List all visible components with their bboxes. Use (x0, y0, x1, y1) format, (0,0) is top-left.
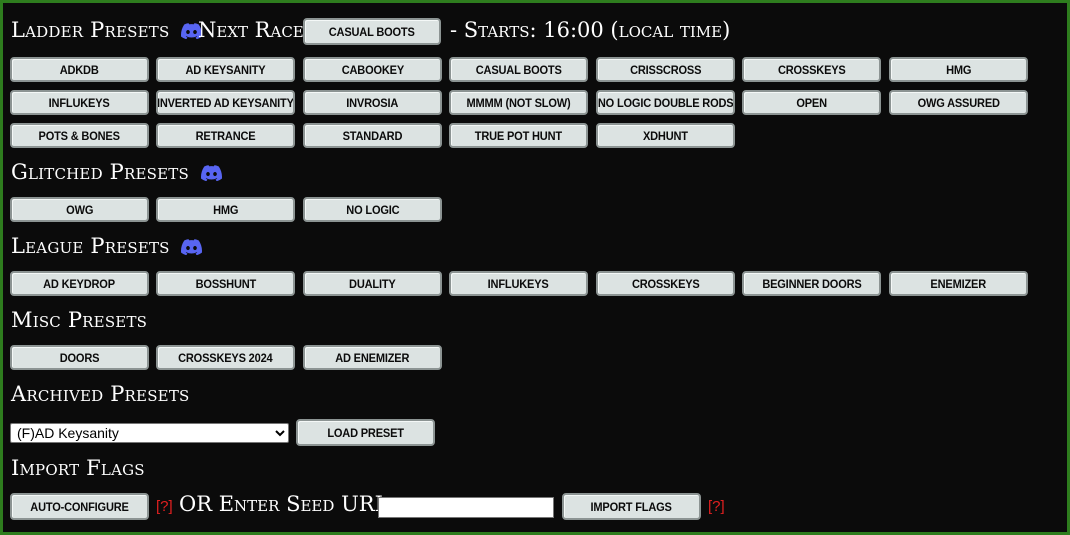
next-race-label: Next Race: (198, 18, 311, 42)
preset-label: AD Keysanity (185, 62, 266, 77)
preset-button[interactable]: Beginner Doors (742, 271, 881, 296)
preset-button[interactable]: Casual Boots (449, 57, 588, 82)
preset-label: OWG Assured (917, 95, 1000, 110)
preset-button[interactable]: Crosskeys (742, 57, 881, 82)
preset-label: Crosskeys 2024 (178, 350, 273, 365)
league-header: League Presets (11, 234, 203, 258)
preset-label: Influkeys (49, 95, 110, 110)
preset-label: Crosskeys (777, 62, 846, 77)
preset-button[interactable]: Cabookey (303, 57, 442, 82)
preset-label: Cabookey (341, 62, 404, 77)
discord-icon[interactable] (181, 239, 203, 255)
race-start-time: - Starts: 16:00 (local time) (450, 18, 731, 42)
misc-presets-title: Misc Presets (11, 308, 148, 332)
preset-button[interactable]: No Logic (303, 197, 442, 222)
load-preset-button[interactable]: Load Preset (296, 419, 435, 446)
preset-button[interactable]: AD Keysanity (156, 57, 295, 82)
preset-button[interactable]: Doors (10, 345, 149, 370)
preset-label: No Logic Double Rods (597, 95, 734, 110)
preset-button[interactable]: Retrance (156, 123, 295, 148)
preset-label: Crisscross (629, 62, 702, 77)
preset-button[interactable]: OWG Assured (889, 90, 1028, 115)
auto-configure-label: Auto-Configure (30, 499, 129, 514)
preset-label: Doors (59, 350, 100, 365)
preset-label: Inverted AD Keysanity (157, 95, 294, 110)
preset-button[interactable]: No Logic Double Rods (596, 90, 735, 115)
preset-label: HMG (212, 202, 239, 217)
glitched-presets-title: Glitched Presets (11, 160, 189, 184)
preset-button[interactable]: XDHunt (596, 123, 735, 148)
next-race-button-label: Casual Boots (329, 24, 415, 39)
preset-label: Casual Boots (475, 62, 562, 77)
preset-button[interactable]: Open (742, 90, 881, 115)
preset-button[interactable]: HMG (889, 57, 1028, 82)
preset-button[interactable]: Influkeys (10, 90, 149, 115)
preset-button[interactable]: Standard (303, 123, 442, 148)
preset-label: True Pot Hunt (474, 128, 563, 143)
preset-label: Open (796, 95, 827, 110)
import-flags-help-link[interactable]: [?] (708, 498, 725, 515)
misc-header: Misc Presets (11, 310, 147, 331)
archived-header: Archived Presets (11, 384, 190, 405)
preset-label: Pots & Bones (38, 128, 121, 143)
preset-button[interactable]: Crosskeys 2024 (156, 345, 295, 370)
auto-configure-button[interactable]: Auto-Configure (10, 493, 149, 520)
league-presets-title: League Presets (11, 234, 170, 258)
preset-button[interactable]: Invrosia (303, 90, 442, 115)
preset-label: Invrosia (346, 95, 399, 110)
preset-button[interactable]: AD Enemizer (303, 345, 442, 370)
preset-label: ADKDB (60, 62, 99, 77)
import-flags-label: Import Flags (590, 499, 673, 514)
preset-label: Retrance (195, 128, 256, 143)
discord-icon[interactable] (200, 165, 222, 181)
preset-button[interactable]: Influkeys (449, 271, 588, 296)
glitched-header: Glitched Presets (11, 162, 222, 183)
preset-label: Standard (342, 128, 403, 143)
preset-label: OWG (65, 202, 94, 217)
preset-button[interactable]: Duality (303, 271, 442, 296)
ladder-header: Ladder Presets (11, 18, 203, 42)
preset-label: XDHunt (643, 128, 688, 143)
preset-button[interactable]: AD Keydrop (10, 271, 149, 296)
preset-label: Bosshunt (195, 276, 256, 291)
preset-button[interactable]: Crosskeys (596, 271, 735, 296)
ladder-presets-title: Ladder Presets (11, 18, 170, 42)
preset-button[interactable]: Inverted AD Keysanity (156, 90, 295, 115)
preset-label: AD Keydrop (43, 276, 116, 291)
preset-button[interactable]: True Pot Hunt (449, 123, 588, 148)
archived-preset-select[interactable]: (F)AD Keysanity (10, 423, 289, 443)
preset-button[interactable]: HMG (156, 197, 295, 222)
preset-panel: Ladder Presets Next Race: Casual Boots -… (0, 0, 1070, 535)
archived-presets-title: Archived Presets (11, 382, 190, 406)
preset-button[interactable]: Enemizer (889, 271, 1028, 296)
preset-label: No Logic (345, 202, 400, 217)
preset-button[interactable]: OWG (10, 197, 149, 222)
preset-label: Beginner Doors (761, 276, 862, 291)
preset-label: MMMM (Not Slow) (466, 95, 571, 110)
preset-label: Crosskeys (631, 276, 700, 291)
preset-label: AD Enemizer (335, 350, 410, 365)
preset-label: HMG (945, 62, 972, 77)
preset-label: Duality (349, 276, 396, 291)
preset-button[interactable]: Bosshunt (156, 271, 295, 296)
preset-button[interactable]: MMMM (Not Slow) (449, 90, 588, 115)
preset-label: Influkeys (488, 276, 549, 291)
seed-url-label: OR Enter Seed URL: (179, 492, 396, 516)
seed-url-input[interactable] (378, 497, 554, 518)
import-flags-title: Import Flags (11, 456, 145, 480)
import-flags-button[interactable]: Import Flags (562, 493, 701, 520)
preset-button[interactable]: Crisscross (596, 57, 735, 82)
next-race-button[interactable]: Casual Boots (303, 18, 441, 45)
preset-button[interactable]: Pots & Bones (10, 123, 149, 148)
import-header: Import Flags (11, 458, 145, 479)
auto-configure-help-link[interactable]: [?] (156, 498, 173, 515)
preset-button[interactable]: ADKDB (10, 57, 149, 82)
preset-label: Enemizer (930, 276, 987, 291)
load-preset-label: Load Preset (327, 425, 404, 440)
